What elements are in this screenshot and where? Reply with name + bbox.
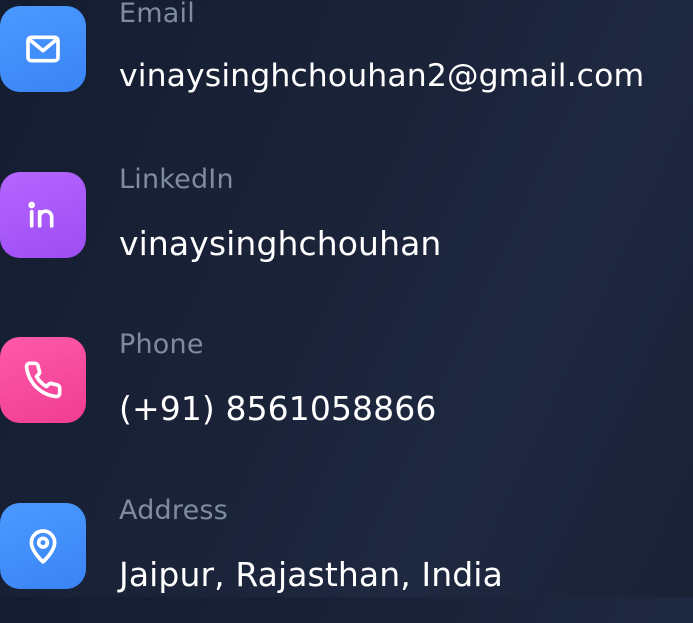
map-pin-icon: [0, 503, 86, 589]
contact-item-address[interactable]: Address Jaipur, Rajasthan, India: [0, 495, 693, 623]
contact-item-phone[interactable]: Phone (+91) 8561058866: [0, 329, 693, 457]
contact-label-linkedin: LinkedIn: [119, 164, 234, 195]
contact-label-email: Email: [119, 0, 195, 29]
contact-item-linkedin[interactable]: LinkedIn vinaysinghchouhan: [0, 164, 693, 292]
email-address[interactable]: vinaysinghchouhan2@gmail.com: [119, 58, 644, 94]
contact-label-address: Address: [119, 495, 228, 526]
phone-icon: [0, 337, 86, 423]
contact-label-phone: Phone: [119, 329, 204, 360]
linkedin-handle[interactable]: vinaysinghchouhan: [119, 224, 441, 263]
contact-item-email[interactable]: Email vinaysinghchouhan2@gmail.com: [0, 0, 693, 126]
address-text: Jaipur, Rajasthan, India: [119, 555, 503, 594]
contact-info-list: Email vinaysinghchouhan2@gmail.com Linke…: [0, 0, 693, 597]
linkedin-icon: [0, 172, 86, 258]
phone-number[interactable]: (+91) 8561058866: [119, 389, 436, 428]
mail-icon: [0, 6, 86, 92]
